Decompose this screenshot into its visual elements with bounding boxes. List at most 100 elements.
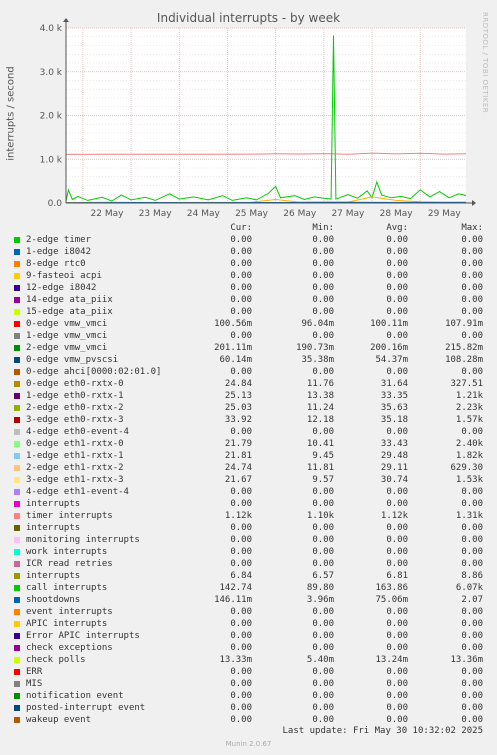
legend-swatch [14, 417, 20, 423]
legend-max: 0.00 [461, 259, 483, 269]
legend-min: 96.04m [301, 319, 334, 329]
legend-max: 0.00 [461, 703, 483, 713]
legend-cur: 0.00 [230, 487, 252, 497]
legend-swatch [14, 585, 20, 591]
legend-name: 0-edge ahci[0000:02:01.0] [26, 367, 162, 377]
x-tick-label: 26 May [283, 209, 317, 219]
legend-cur: 21.79 [224, 439, 252, 449]
legend-name: monitoring interrupts [26, 535, 140, 545]
legend-max: 0.00 [461, 247, 483, 257]
legend-swatch [14, 333, 20, 339]
legend-name: 4-edge eth0-event-4 [26, 427, 129, 437]
legend-row: interrupts 0.00 0.00 0.00 0.00 [0, 498, 497, 510]
legend-name: 0-edge vmw_pvscsi [26, 355, 119, 365]
legend-avg: 100.11m [370, 319, 408, 329]
legend-cur: 0.00 [230, 247, 252, 257]
legend-row: 0-edge ahci[0000:02:01.0] 0.00 0.00 0.00 0.0… [0, 366, 497, 378]
legend-cur: 0.00 [230, 235, 252, 245]
legend-max: 0.00 [461, 295, 483, 305]
legend-swatch [14, 297, 20, 303]
y-tick-label: 1.0 k [40, 155, 63, 165]
legend-swatch [14, 705, 20, 711]
legend-avg: 29.11 [380, 463, 408, 473]
legend-row: event interrupts 0.00 0.00 0.00 0.00 [0, 606, 497, 618]
legend-cur: 24.84 [224, 379, 252, 389]
y-tick-label: 4.0 k [40, 24, 63, 34]
legend-max: 1.31k [455, 511, 483, 521]
legend-min: 0.00 [312, 427, 334, 437]
legend-header-min: Min: [312, 223, 334, 233]
legend-min: 9.45 [312, 451, 334, 461]
legend-cur: 146.11m [214, 595, 252, 605]
legend-avg: 0.00 [386, 235, 408, 245]
legend-max: 2.23k [455, 403, 483, 413]
legend-row: 0-edge eth0-rxtx-0 24.84 11.76 31.64 327.51 [0, 378, 497, 390]
legend-min: 0.00 [312, 499, 334, 509]
legend-header-cur: Cur: [230, 223, 252, 233]
x-tick-label: 24 May [187, 209, 221, 219]
last-update: Last update: Fri May 30 10:32:02 2025 [282, 726, 483, 736]
legend-row: 4-edge eth1-event-4 0.00 0.00 0.00 0.00 [0, 486, 497, 498]
legend-max: 629.30 [450, 463, 483, 473]
legend-swatch [14, 273, 20, 279]
legend-row: 0-edge eth1-rxtx-0 21.79 10.41 33.43 2.40k [0, 438, 497, 450]
legend-row: interrupts 6.84 6.57 6.81 8.86 [0, 570, 497, 582]
legend-row: posted-interrupt event 0.00 0.00 0.00 0.00 [0, 702, 497, 714]
legend-min: 0.00 [312, 667, 334, 677]
legend-name: 2-edge vmw_vmci [26, 343, 108, 353]
legend-cur: 0.00 [230, 367, 252, 377]
legend-cur: 142.74 [219, 583, 252, 593]
legend-swatch [14, 369, 20, 375]
legend-cur: 13.33m [219, 655, 252, 665]
legend-min: 5.40m [306, 655, 334, 665]
legend-name: timer interrupts [26, 511, 113, 521]
legend-min: 0.00 [312, 331, 334, 341]
legend-min: 0.00 [312, 295, 334, 305]
legend-swatch [14, 441, 20, 447]
legend-swatch [14, 549, 20, 555]
legend-row: monitoring interrupts 0.00 0.00 0.00 0.00 [0, 534, 497, 546]
legend-min: 0.00 [312, 523, 334, 533]
legend-avg: 0.00 [386, 283, 408, 293]
legend-max: 0.00 [461, 271, 483, 281]
legend-cur: 21.81 [224, 451, 252, 461]
legend-swatch [14, 477, 20, 483]
legend-max: 0.00 [461, 331, 483, 341]
legend-swatch [14, 669, 20, 675]
legend-row: 3-edge eth0-rxtx-3 33.92 12.18 35.18 1.57k [0, 414, 497, 426]
legend-name: 0-edge eth0-rxtx-0 [26, 379, 124, 389]
legend-swatch [14, 501, 20, 507]
legend-row: APIC interrupts 0.00 0.00 0.00 0.00 [0, 618, 497, 630]
legend-avg: 0.00 [386, 547, 408, 557]
x-tick-label: 27 May [331, 209, 365, 219]
legend-cur: 0.00 [230, 535, 252, 545]
x-tick-label: 25 May [235, 209, 269, 219]
legend-cur: 0.00 [230, 499, 252, 509]
legend-avg: 0.00 [386, 499, 408, 509]
legend-max: 13.36m [450, 655, 483, 665]
legend-name: 9-fasteoi acpi [26, 271, 102, 281]
legend-min: 0.00 [312, 259, 334, 269]
legend-swatch [14, 693, 20, 699]
legend-cur: 0.00 [230, 271, 252, 281]
y-tick-label: 2.0 k [40, 112, 63, 122]
legend-max: 2.07 [461, 595, 483, 605]
legend-max: 327.51 [450, 379, 483, 389]
x-tick-label: 23 May [139, 209, 173, 219]
legend-min: 0.00 [312, 715, 334, 725]
legend-cur: 0.00 [230, 331, 252, 341]
legend-row: check exceptions 0.00 0.00 0.00 0.00 [0, 642, 497, 654]
legend-name: 1-edge i8042 [26, 247, 92, 257]
legend-avg: 0.00 [386, 427, 408, 437]
legend-name: notification event [26, 691, 124, 701]
legend-min: 10.41 [306, 439, 334, 449]
legend-row: shootdowns 146.11m 3.96m 75.06m 2.07 [0, 594, 497, 606]
legend-swatch [14, 321, 20, 327]
legend-min: 0.00 [312, 559, 334, 569]
legend-avg: 0.00 [386, 367, 408, 377]
legend-max: 0.00 [461, 487, 483, 497]
legend-avg: 0.00 [386, 691, 408, 701]
legend-name: check polls [26, 655, 86, 665]
legend-row: 0-edge vmw_pvscsi 60.14m 35.38m 54.37m 108.2… [0, 354, 497, 366]
legend-swatch [14, 249, 20, 255]
